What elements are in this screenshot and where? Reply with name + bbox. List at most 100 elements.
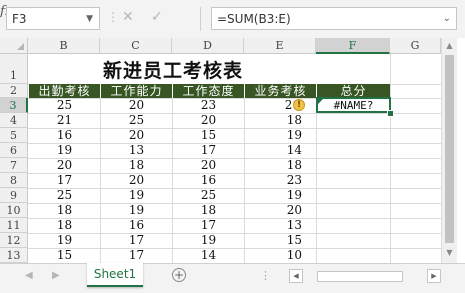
row-header[interactable]: 10 [0, 203, 28, 218]
row-header[interactable]: 6 [0, 143, 28, 158]
row-header[interactable]: 9 [0, 188, 28, 203]
table-cell[interactable]: 19 [101, 203, 172, 218]
table-cell[interactable]: 17 [173, 143, 244, 158]
column-header-g[interactable]: G [390, 38, 441, 54]
table-cell[interactable]: 20 [173, 113, 244, 128]
chevron-down-icon[interactable]: ▼ [86, 14, 93, 24]
table-cell[interactable]: 10 [245, 248, 316, 263]
select-all-triangle-icon [17, 43, 24, 50]
table-cell[interactable]: 18 [173, 203, 244, 218]
table-cell[interactable]: 15 [173, 128, 244, 143]
table-cell[interactable]: 19 [29, 143, 100, 158]
table-cell[interactable]: 18 [101, 158, 172, 173]
tab-split-handle-icon[interactable]: ⋮ [260, 269, 271, 282]
table-cell[interactable]: 20 [101, 128, 172, 143]
table-cell[interactable]: 14 [173, 248, 244, 263]
scroll-left-icon[interactable]: ◀ [289, 269, 303, 283]
worksheet-grid[interactable]: BCDEFG 1 2 3 4 5 6 7 8 9 10 11 12 13 新进员工考核表 出勤考核 工作能… [0, 38, 465, 263]
table-cell[interactable]: 19 [245, 128, 316, 143]
column-title[interactable]: 工作态度 [173, 84, 244, 98]
table-cell[interactable]: 19 [101, 188, 172, 203]
table-cell[interactable]: 18 [245, 158, 316, 173]
next-sheet-icon[interactable]: ▶ [52, 270, 60, 281]
table-cell[interactable]: 25 [29, 98, 100, 113]
table-cell[interactable]: 25 [101, 113, 172, 128]
table-cell[interactable]: 18 [29, 203, 100, 218]
table-cell[interactable]: 19 [173, 233, 244, 248]
row-header[interactable]: 7 [0, 158, 28, 173]
row-header[interactable]: 1 [0, 54, 28, 84]
table-cell[interactable]: 13 [245, 218, 316, 233]
table-cell[interactable]: 23 [245, 173, 316, 188]
table-cell[interactable]: 25 [29, 188, 100, 203]
row-header[interactable]: 4 [0, 113, 28, 128]
row-header[interactable]: 8 [0, 173, 28, 188]
table-cell[interactable]: 19 [245, 188, 316, 203]
table-cell[interactable]: 16 [101, 218, 172, 233]
enter-icon[interactable]: ✓ [151, 9, 163, 25]
row-header[interactable]: 2 [0, 84, 28, 98]
table-cell[interactable]: 14 [245, 143, 316, 158]
column-title[interactable]: 工作能力 [101, 84, 172, 98]
table-cell[interactable]: 16 [173, 173, 244, 188]
table-cell[interactable]: 15 [245, 233, 316, 248]
column-header-d[interactable]: D [172, 38, 244, 54]
sheet-title[interactable]: 新进员工考核表 [29, 54, 317, 84]
select-all-button[interactable] [0, 38, 28, 54]
table-cell[interactable]: 21 [29, 113, 100, 128]
column-title[interactable]: 总分 [317, 84, 390, 98]
table-cell[interactable]: 19 [29, 233, 100, 248]
column-title[interactable]: 出勤考核 [29, 84, 100, 98]
table-cell[interactable]: 13 [101, 143, 172, 158]
column-header-e[interactable]: E [244, 38, 316, 54]
add-sheet-icon[interactable]: + [172, 268, 186, 282]
sheet-tab-bar: ◀ ▶ Sheet1 + ⋮ ◀ ▶ [0, 263, 465, 293]
table-cell[interactable]: 21 [245, 98, 316, 113]
table-cell[interactable]: 16 [29, 128, 100, 143]
table-cell[interactable]: 17 [101, 233, 172, 248]
table-cell[interactable]: 17 [101, 248, 172, 263]
horizontal-scroll-thumb[interactable] [317, 271, 403, 282]
table-cell[interactable]: 20 [101, 173, 172, 188]
name-box-value: F3 [12, 12, 27, 26]
row-header[interactable]: 3 [0, 98, 28, 113]
drag-handle-icon[interactable]: ⋮ [107, 10, 119, 24]
table-cell[interactable]: 20 [245, 203, 316, 218]
table-cell[interactable]: 17 [173, 218, 244, 233]
name-box[interactable]: F3 ▼ [6, 7, 100, 30]
table-cell[interactable]: 20 [101, 98, 172, 113]
table-cell[interactable]: 25 [173, 188, 244, 203]
table-cell[interactable]: 20 [173, 158, 244, 173]
column-header-f[interactable]: F [316, 38, 390, 54]
table-cell[interactable]: 23 [173, 98, 244, 113]
row-header[interactable]: 5 [0, 128, 28, 143]
expand-formula-bar-icon[interactable]: ⌄ [443, 13, 451, 24]
cancel-icon[interactable]: ✕ [122, 9, 134, 25]
vertical-scrollbar[interactable]: ▲ ▼ [441, 38, 457, 263]
formula-bar: F3 ▼ ⋮ ✕ ✓ fx =SUM(B3:E) ⌄ [0, 0, 465, 39]
table-cell[interactable]: 18 [245, 113, 316, 128]
tab-sheet1[interactable]: Sheet1 [87, 263, 143, 287]
scroll-down-icon[interactable]: ▼ [442, 245, 457, 261]
column-title[interactable]: 业务考核 [245, 84, 316, 98]
header-divider [316, 84, 317, 98]
row-header[interactable]: 12 [0, 233, 28, 248]
table-cell[interactable]: 20 [29, 158, 100, 173]
header-divider [244, 84, 245, 98]
column-header-b[interactable]: B [28, 38, 100, 54]
row-header[interactable]: 11 [0, 218, 28, 233]
fill-handle[interactable] [387, 110, 394, 117]
active-cell-value[interactable]: #NAME? [318, 99, 389, 113]
row-header[interactable]: 13 [0, 248, 28, 263]
error-warning-icon[interactable]: ! [293, 99, 305, 111]
table-cell[interactable]: 17 [29, 173, 100, 188]
column-header-c[interactable]: C [100, 38, 172, 54]
table-cell[interactable]: 18 [29, 218, 100, 233]
table-cell[interactable]: 15 [29, 248, 100, 263]
scroll-up-icon[interactable]: ▲ [442, 38, 457, 54]
scroll-right-icon[interactable]: ▶ [427, 269, 441, 283]
previous-sheet-icon[interactable]: ◀ [25, 270, 33, 281]
formula-input[interactable]: =SUM(B3:E) ⌄ [211, 7, 457, 30]
vertical-scroll-thumb[interactable] [445, 55, 454, 243]
horizontal-scrollbar[interactable]: ◀ ▶ [289, 269, 441, 283]
